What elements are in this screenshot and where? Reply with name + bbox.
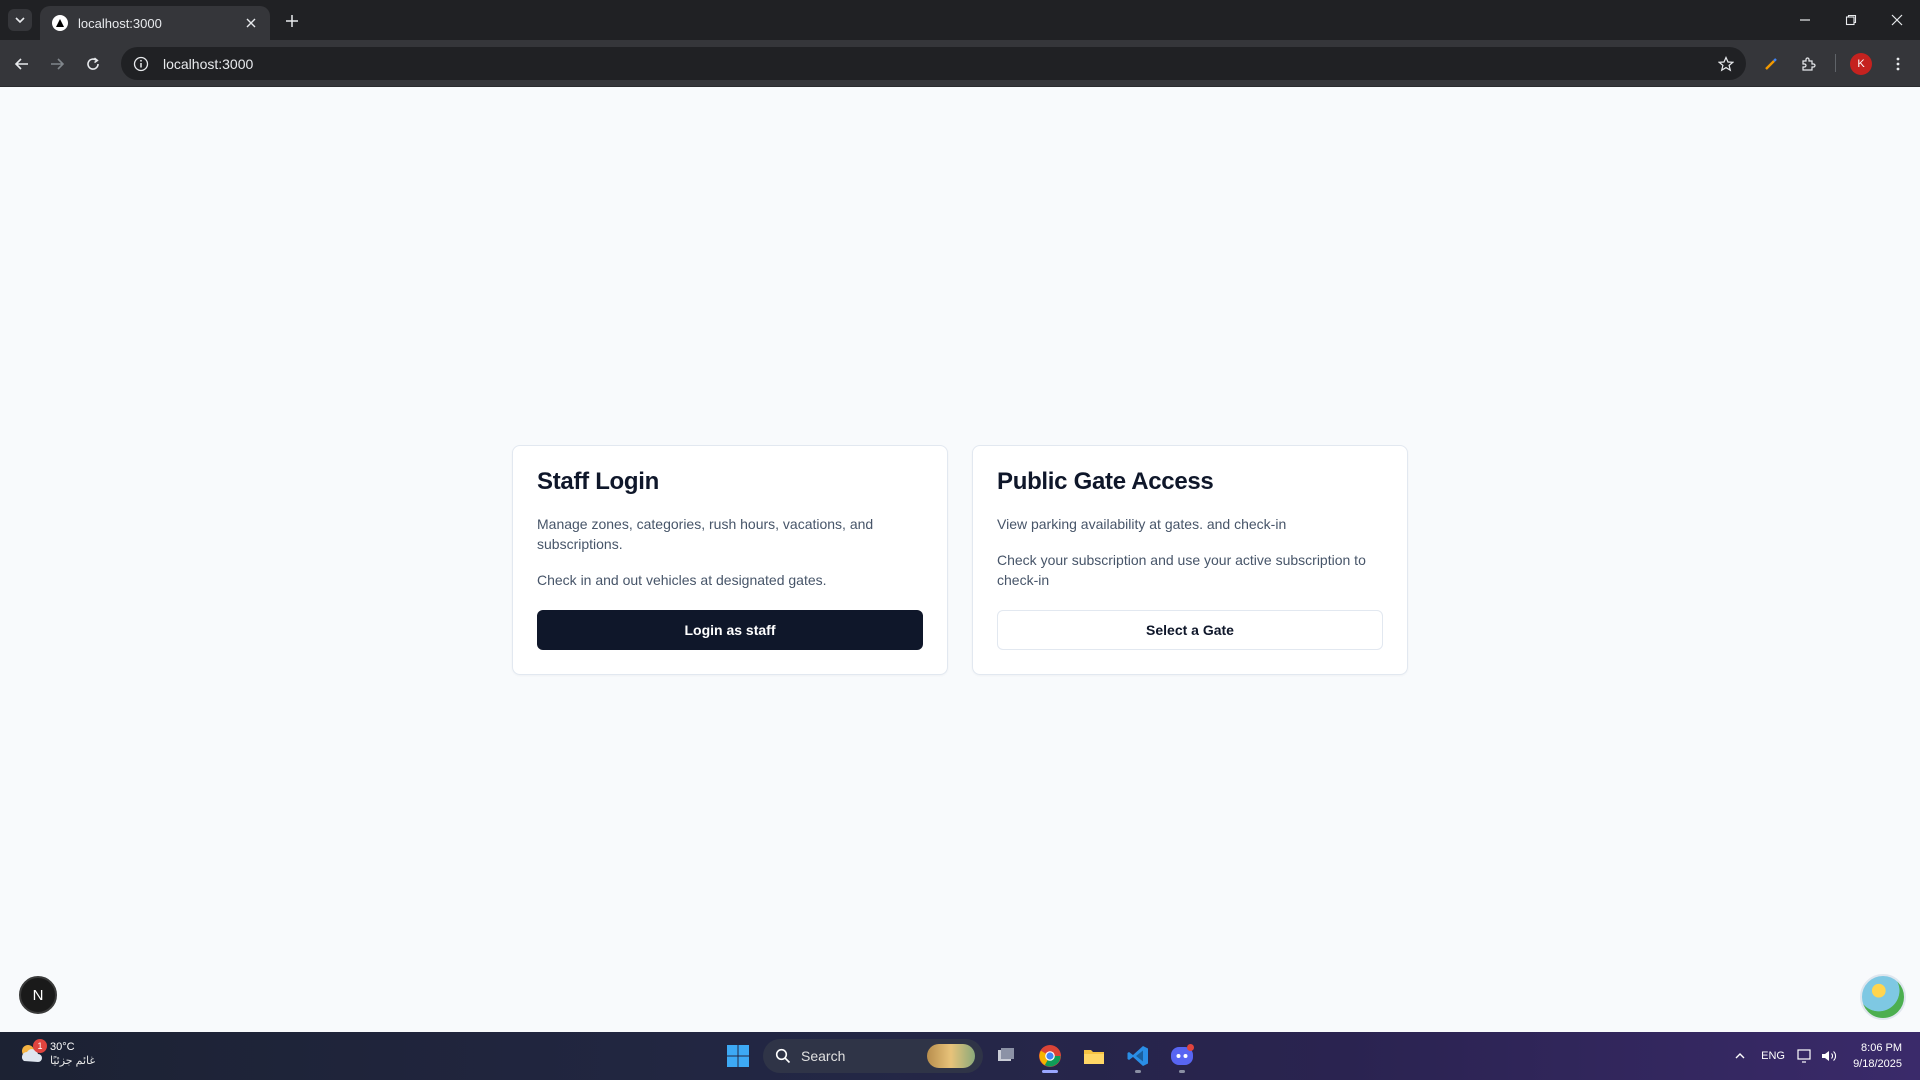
close-icon	[1891, 14, 1903, 26]
tab-title: localhost:3000	[78, 15, 162, 31]
folder-icon	[1084, 1050, 1104, 1064]
plus-icon	[286, 15, 298, 27]
search-icon	[775, 1048, 791, 1064]
floating-island-widget[interactable]	[1860, 974, 1906, 1020]
close-window-button[interactable]	[1874, 0, 1920, 40]
task-view-button[interactable]	[988, 1038, 1024, 1074]
network-icon[interactable]	[1793, 1049, 1817, 1063]
window-controls	[1782, 0, 1920, 40]
clock-time: 8:06 PM	[1861, 1042, 1902, 1054]
browser-tab-active[interactable]: localhost:3000	[40, 6, 270, 40]
weather-alert-badge: 1	[33, 1039, 47, 1053]
public-card-title: Public Gate Access	[997, 468, 1214, 495]
file-explorer-taskbar-app[interactable]	[1076, 1038, 1112, 1074]
public-card-description: View parking availability at gates. and …	[997, 516, 1287, 532]
task-view-icon	[998, 1048, 1014, 1061]
chrome-taskbar-app[interactable]	[1032, 1038, 1068, 1074]
extensions-puzzle-icon[interactable]	[1795, 51, 1821, 77]
login-as-staff-button[interactable]: Login as staff	[537, 610, 923, 650]
discord-taskbar-app[interactable]	[1164, 1038, 1200, 1074]
chrome-icon	[1039, 1045, 1061, 1067]
language-indicator[interactable]: ENG	[1753, 1050, 1793, 1062]
weather-widget[interactable]: 1 30°C غائم جزئيًا	[18, 1039, 96, 1068]
staff-card-title: Staff Login	[537, 468, 660, 495]
public-card-subscription-text: Check your subscription and use your act…	[997, 552, 1366, 588]
taskbar-clock[interactable]: 8:06 PM 9/18/2025	[1853, 1040, 1902, 1072]
profile-avatar[interactable]: K	[1850, 53, 1872, 75]
url-text: localhost:3000	[163, 55, 254, 72]
running-app-indicator	[1135, 1070, 1141, 1073]
start-button[interactable]	[720, 1038, 756, 1074]
new-tab-button[interactable]	[280, 9, 304, 33]
reload-icon	[87, 57, 99, 70]
restore-button[interactable]	[1828, 0, 1874, 40]
vscode-icon	[1127, 1046, 1148, 1066]
reload-button[interactable]	[80, 51, 106, 77]
bookmark-star-icon[interactable]	[1712, 50, 1740, 78]
browser-tabstrip: localhost:3000	[0, 0, 1920, 40]
chevron-up-icon	[1735, 1053, 1745, 1059]
search-label: Search	[801, 1048, 846, 1064]
chevron-down-icon	[15, 17, 25, 24]
discord-icon	[1171, 1044, 1194, 1065]
extension-pen-icon[interactable]	[1758, 51, 1784, 77]
public-gate-card: Public Gate Access View parking availabi…	[972, 445, 1408, 675]
nextjs-favicon-icon	[52, 15, 68, 31]
windows-logo-icon	[727, 1045, 749, 1067]
back-button[interactable]	[9, 51, 35, 77]
browser-toolbar: localhost:3000	[0, 40, 1920, 87]
windows-taskbar: 1 30°C غائم جزئيًا Search ENG 8:06 PM 9/…	[0, 1032, 1920, 1080]
close-tab-icon[interactable]	[242, 14, 260, 32]
active-app-indicator	[1042, 1070, 1058, 1073]
search-highlight-image	[927, 1044, 975, 1068]
clock-date: 9/18/2025	[1853, 1058, 1902, 1070]
staff-card-checkin-text: Check in and out vehicles at designated …	[537, 572, 827, 588]
show-hidden-icons-button[interactable]	[1727, 1050, 1753, 1062]
arrow-right-icon	[51, 58, 65, 70]
staff-login-card: Staff Login Manage zones, categories, ru…	[512, 445, 948, 675]
volume-icon[interactable]	[1817, 1049, 1841, 1063]
kebab-menu-icon[interactable]	[1885, 51, 1911, 77]
system-tray: ENG 8:06 PM 9/18/2025	[1727, 1032, 1920, 1080]
running-app-indicator	[1179, 1070, 1185, 1073]
weather-temperature: 30°C	[50, 1041, 75, 1053]
restore-icon	[1845, 14, 1857, 26]
site-info-icon[interactable]	[131, 54, 151, 74]
address-bar[interactable]: localhost:3000	[121, 47, 1746, 80]
vscode-taskbar-app[interactable]	[1120, 1038, 1156, 1074]
arrow-left-icon	[14, 58, 28, 70]
forward-button[interactable]	[44, 51, 70, 77]
minimize-icon	[1800, 19, 1810, 21]
weather-description: غائم جزئيًا	[50, 1055, 96, 1067]
taskbar-search-box[interactable]: Search	[763, 1039, 983, 1073]
select-gate-button[interactable]: Select a Gate	[997, 610, 1383, 650]
page-viewport: Staff Login Manage zones, categories, ru…	[0, 87, 1920, 1032]
minimize-button[interactable]	[1782, 0, 1828, 40]
toolbar-divider	[1835, 54, 1836, 72]
weather-cloud-icon: 1	[18, 1039, 47, 1067]
tab-search-button[interactable]	[8, 9, 32, 31]
nextjs-dev-indicator[interactable]: N	[19, 976, 57, 1014]
staff-card-description: Manage zones, categories, rush hours, va…	[537, 516, 874, 552]
